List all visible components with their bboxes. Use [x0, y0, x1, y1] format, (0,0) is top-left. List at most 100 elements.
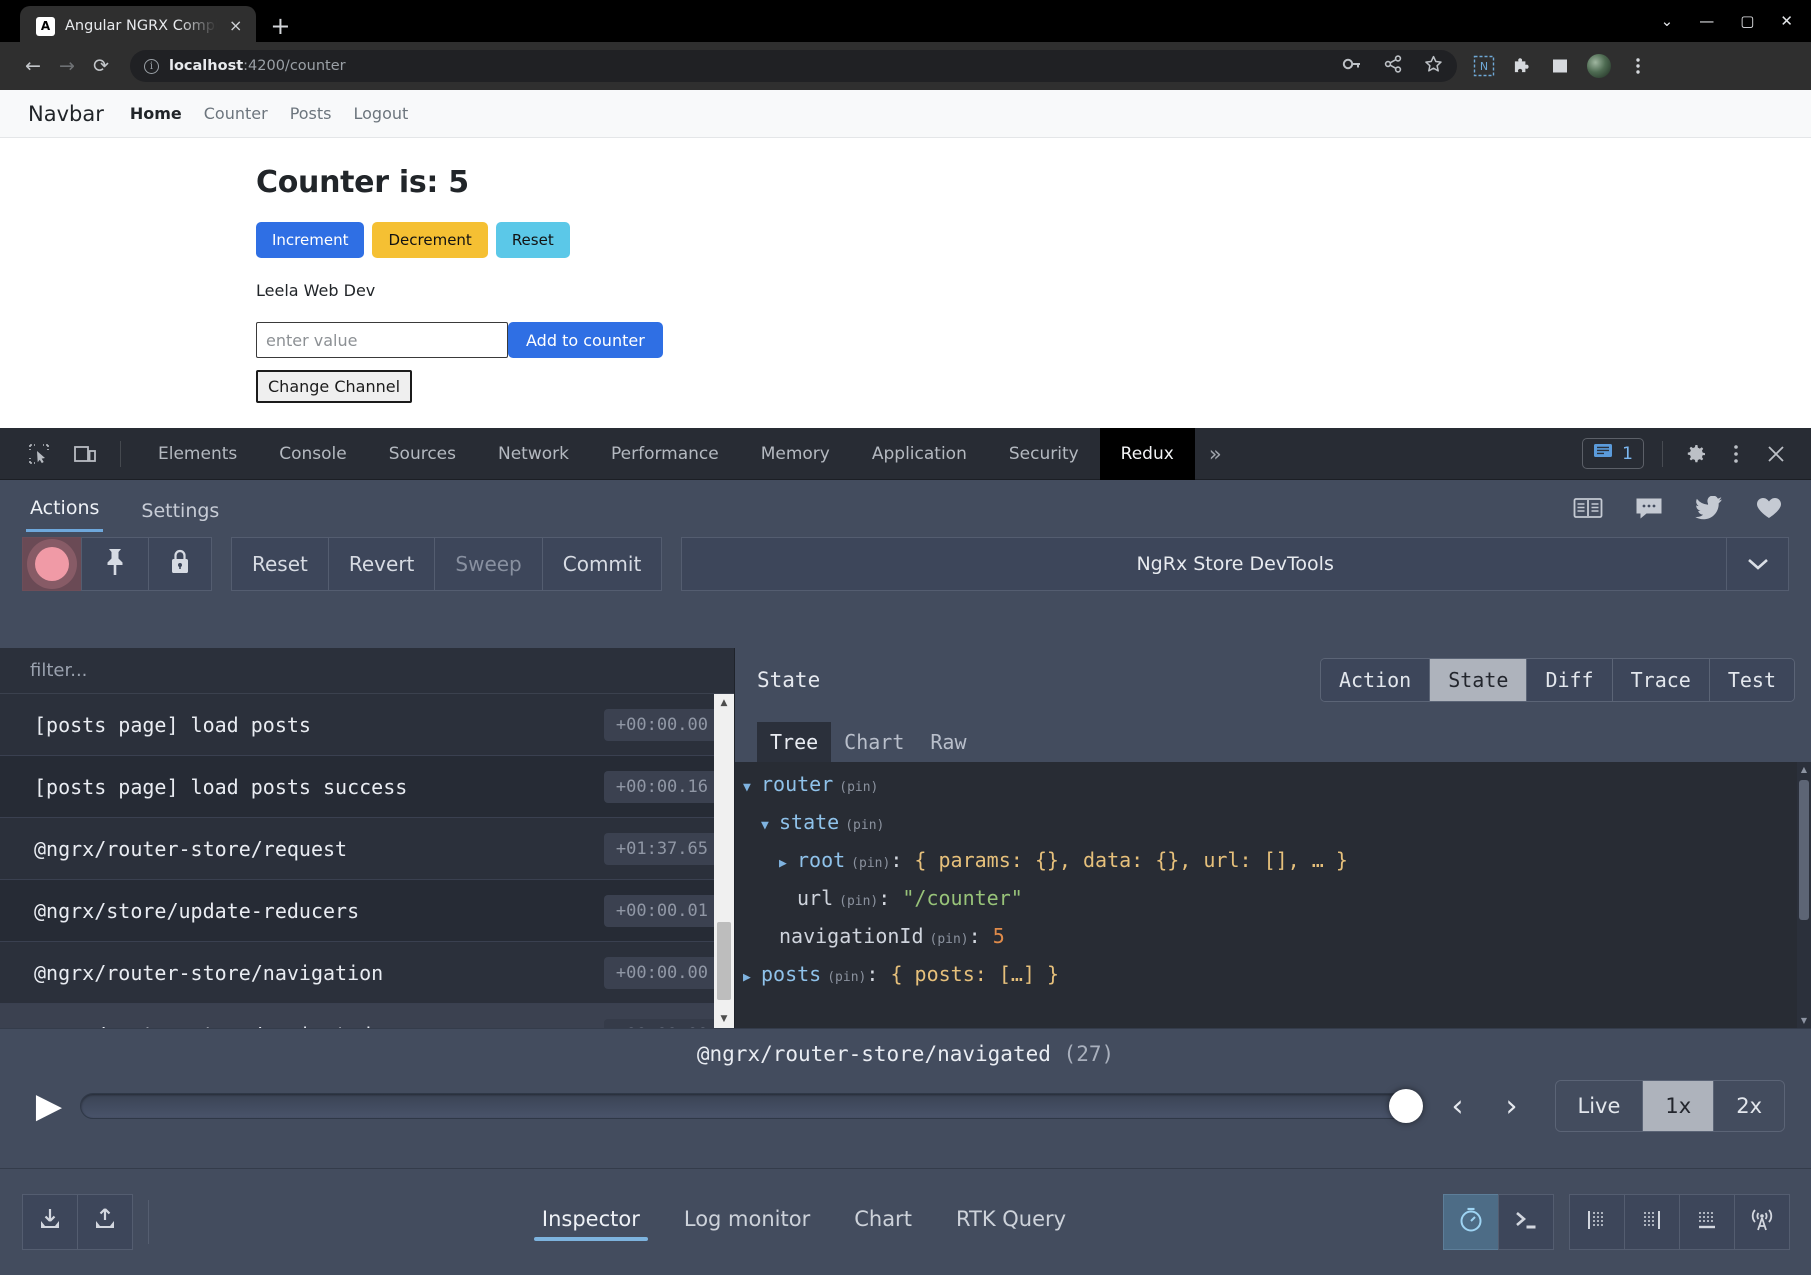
- expand-triangle-icon[interactable]: ▼: [761, 818, 779, 833]
- collapse-triangle-icon[interactable]: ▶: [743, 970, 761, 985]
- state-tree[interactable]: ▼ router (pin) ▼ state (pin) ▶ root: [735, 762, 1811, 1028]
- store-instance-select[interactable]: NgRx Store DevTools: [681, 537, 1789, 591]
- pin-label[interactable]: (pin): [845, 818, 884, 833]
- monitor-tab-log-monitor[interactable]: Log monitor: [662, 1199, 832, 1245]
- navbar-brand[interactable]: Navbar: [28, 102, 104, 126]
- step-forward-button[interactable]: ›: [1485, 1089, 1539, 1124]
- action-list[interactable]: [posts page] load posts +00:00.00 [posts…: [0, 694, 734, 1028]
- key-icon[interactable]: [1342, 56, 1362, 76]
- pin-label[interactable]: (pin): [851, 856, 890, 871]
- scroll-down-icon[interactable]: ▼: [714, 1010, 734, 1028]
- chevron-down-icon[interactable]: ⌄: [1661, 14, 1674, 29]
- action-filter-input[interactable]: filter...: [0, 648, 734, 694]
- pin-button[interactable]: [81, 537, 149, 591]
- remote-monitoring-button[interactable]: [1734, 1194, 1790, 1250]
- tree-node[interactable]: ▼ router (pin): [735, 772, 1811, 810]
- scroll-up-icon[interactable]: ▲: [1797, 765, 1811, 774]
- segment-diff[interactable]: Diff: [1527, 659, 1612, 701]
- minimize-icon[interactable]: —: [1699, 14, 1714, 29]
- close-devtools-icon[interactable]: [1761, 439, 1791, 469]
- action-row[interactable]: [posts page] load posts +00:00.00: [0, 694, 734, 756]
- chat-icon[interactable]: [1635, 496, 1663, 524]
- play-button[interactable]: ▶: [26, 1089, 72, 1123]
- tab-performance[interactable]: Performance: [590, 428, 740, 480]
- segment-state[interactable]: State: [1430, 659, 1527, 701]
- monitor-tab-rtk-query[interactable]: RTK Query: [934, 1199, 1088, 1245]
- sub-tab-chart[interactable]: Chart: [831, 722, 917, 762]
- monitor-tab-chart[interactable]: Chart: [832, 1199, 934, 1245]
- counter-value-input[interactable]: [256, 322, 508, 358]
- dock-bottom-button[interactable]: [1679, 1194, 1735, 1250]
- pin-label[interactable]: (pin): [839, 894, 878, 909]
- revert-button[interactable]: Revert: [328, 537, 436, 591]
- action-row[interactable]: @ngrx/router-store/navigation +00:00.00: [0, 942, 734, 1004]
- slider-track[interactable]: [80, 1093, 1423, 1119]
- side-panel-icon[interactable]: [1549, 55, 1571, 77]
- sub-tab-raw[interactable]: Raw: [917, 722, 979, 762]
- add-to-counter-button[interactable]: Add to counter: [508, 322, 663, 358]
- scrollbar-thumb[interactable]: [717, 922, 731, 1000]
- action-row-selected[interactable]: @ngrx/router-store/navigated +00:00.00: [0, 1004, 734, 1028]
- tab-memory[interactable]: Memory: [740, 428, 851, 480]
- tab-application[interactable]: Application: [851, 428, 988, 480]
- back-icon[interactable]: ←: [16, 49, 50, 83]
- segment-test[interactable]: Test: [1710, 659, 1794, 701]
- devtools-kebab-menu-icon[interactable]: [1721, 439, 1751, 469]
- commit-button[interactable]: Commit: [542, 537, 663, 591]
- chevron-down-icon[interactable]: [1726, 538, 1788, 590]
- nav-link-counter[interactable]: Counter: [204, 104, 268, 123]
- collapse-triangle-icon[interactable]: ▶: [779, 856, 797, 871]
- close-window-icon[interactable]: ✕: [1780, 14, 1793, 29]
- pin-label[interactable]: (pin): [839, 780, 878, 795]
- reset-button[interactable]: Reset: [496, 222, 570, 258]
- action-row[interactable]: @ngrx/router-store/request +01:37.65: [0, 818, 734, 880]
- tab-elements[interactable]: Elements: [137, 428, 258, 480]
- tree-node[interactable]: ▶ posts (pin) : { posts: […] }: [735, 962, 1811, 1000]
- bookmark-star-icon[interactable]: [1424, 55, 1443, 78]
- dispatcher-console-button[interactable]: [1498, 1194, 1554, 1250]
- decrement-button[interactable]: Decrement: [372, 222, 487, 258]
- more-tabs-icon[interactable]: »: [1195, 442, 1234, 466]
- segment-action[interactable]: Action: [1321, 659, 1430, 701]
- redux-tab-settings[interactable]: Settings: [137, 500, 223, 532]
- change-channel-button[interactable]: Change Channel: [256, 370, 412, 403]
- docs-book-icon[interactable]: [1573, 496, 1603, 524]
- address-bar[interactable]: i localhost:4200/counter: [130, 50, 1457, 82]
- tab-redux[interactable]: Redux: [1100, 428, 1195, 480]
- speed-1x-button[interactable]: 1x: [1643, 1081, 1714, 1131]
- increment-button[interactable]: Increment: [256, 222, 364, 258]
- forward-icon[interactable]: →: [50, 49, 84, 83]
- nav-link-home[interactable]: Home: [130, 104, 182, 123]
- speed-live-button[interactable]: Live: [1556, 1081, 1644, 1131]
- message-badge[interactable]: 1: [1582, 438, 1644, 469]
- tree-node[interactable]: navigationId (pin) : 5: [735, 924, 1811, 962]
- share-icon[interactable]: [1384, 55, 1402, 77]
- reset-actions-button[interactable]: Reset: [231, 537, 329, 591]
- heart-icon[interactable]: [1755, 496, 1783, 524]
- redux-tab-actions[interactable]: Actions: [26, 497, 103, 532]
- tab-network[interactable]: Network: [477, 428, 590, 480]
- expand-triangle-icon[interactable]: ▼: [743, 780, 761, 795]
- tab-security[interactable]: Security: [988, 428, 1100, 480]
- dock-right-button[interactable]: [1569, 1194, 1625, 1250]
- device-toolbar-icon[interactable]: [68, 437, 102, 471]
- export-button[interactable]: [77, 1194, 133, 1250]
- close-tab-icon[interactable]: ×: [227, 18, 244, 34]
- pin-label[interactable]: (pin): [930, 932, 969, 947]
- nav-link-posts[interactable]: Posts: [290, 104, 332, 123]
- pin-label[interactable]: (pin): [827, 970, 866, 985]
- record-button[interactable]: [22, 537, 82, 591]
- scroll-down-icon[interactable]: ▼: [1797, 1016, 1811, 1025]
- state-tree-scrollbar[interactable]: ▲ ▼: [1797, 762, 1811, 1028]
- site-info-icon[interactable]: i: [144, 59, 159, 74]
- inspect-element-icon[interactable]: [22, 437, 56, 471]
- import-button[interactable]: [22, 1194, 78, 1250]
- notion-extension-icon[interactable]: N: [1473, 55, 1495, 77]
- lock-button[interactable]: [148, 537, 212, 591]
- gear-icon[interactable]: [1681, 439, 1711, 469]
- kebab-menu-icon[interactable]: [1627, 55, 1649, 77]
- speed-2x-button[interactable]: 2x: [1714, 1081, 1784, 1131]
- scroll-up-icon[interactable]: ▲: [714, 694, 734, 712]
- sweep-button[interactable]: Sweep: [434, 537, 542, 591]
- browser-tab[interactable]: A Angular NGRX Complete C ×: [20, 6, 256, 46]
